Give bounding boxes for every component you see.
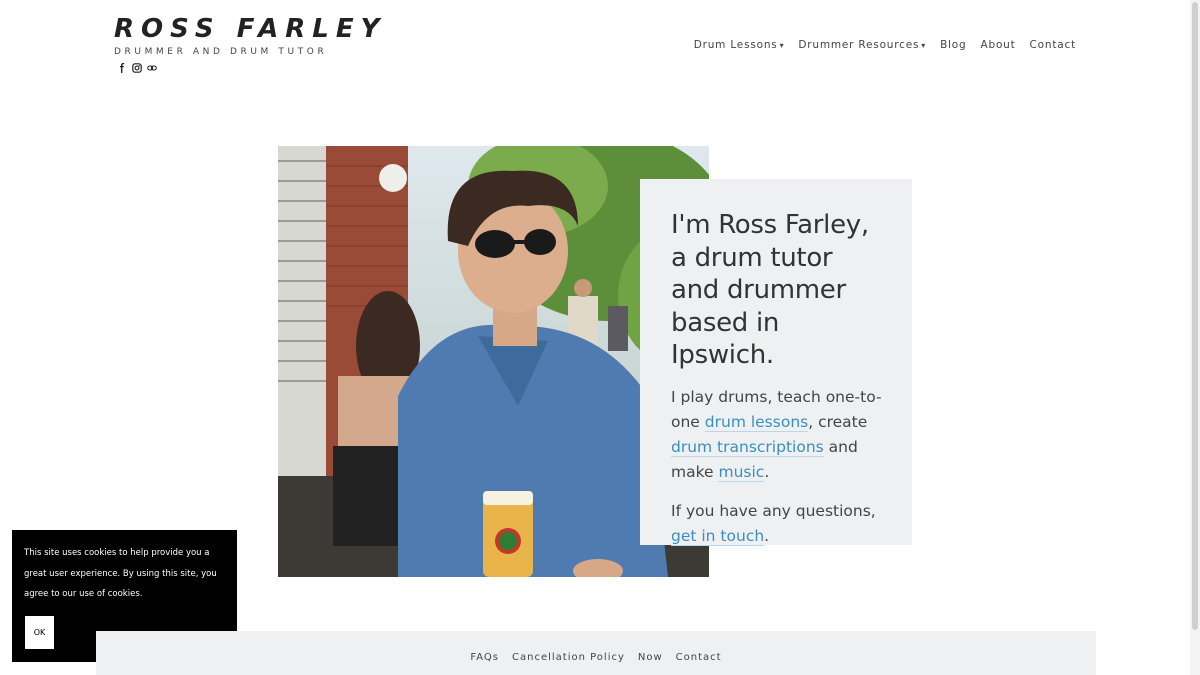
chevron-down-icon: ▾ (921, 41, 927, 50)
cookie-text: This site uses cookies to help provide y… (24, 548, 217, 599)
chevron-down-icon: ▾ (779, 41, 785, 50)
link-icon[interactable] (146, 62, 157, 73)
site-footer: FAQs Cancellation Policy Now Contact (96, 631, 1096, 675)
contact-text-2: . (764, 526, 770, 545)
cookie-ok-button[interactable]: OK (25, 616, 54, 649)
nav-about[interactable]: About (981, 39, 1016, 51)
footer-nav: FAQs Cancellation Policy Now Contact (96, 652, 1096, 663)
nav-drum-lessons[interactable]: Drum Lessons ▾ (694, 39, 785, 51)
nav-drum-lessons-label: Drum Lessons (693, 39, 778, 51)
footer-cancellation-link[interactable]: Cancellation Policy (512, 652, 625, 663)
nav-drummer-resources[interactable]: Drummer Resources ▾ (798, 39, 926, 51)
drum-transcriptions-link[interactable]: drum transcriptions (671, 437, 824, 457)
page-scrollbar[interactable] (1190, 0, 1200, 675)
contact-text-1: If you have any questions, (671, 501, 876, 520)
site-tagline: DRUMMER AND DRUM TUTOR (114, 47, 328, 57)
intro-paragraph: I play drums, teach one-to-one drum less… (671, 385, 884, 485)
intro-text-4: . (764, 462, 770, 481)
get-in-touch-link[interactable]: get in touch (671, 526, 765, 546)
scrollbar-thumb[interactable] (1192, 2, 1198, 630)
intro-text-2: , create (808, 412, 868, 431)
intro-heading: I'm Ross Farley, a drum tutor and drumme… (671, 210, 869, 370)
drum-lessons-link[interactable]: drum lessons (704, 412, 809, 432)
facebook-icon[interactable] (116, 62, 127, 73)
social-links (116, 62, 157, 73)
footer-faqs-link[interactable]: FAQs (470, 652, 499, 663)
site-title[interactable]: ROSS FARLEY (114, 14, 386, 44)
nav-contact[interactable]: Contact (1030, 39, 1076, 51)
contact-paragraph: If you have any questions, get in touch. (671, 499, 884, 549)
main-nav: Drum Lessons ▾ Drummer Resources ▾ Blog Ab… (694, 39, 1076, 51)
instagram-icon[interactable] (131, 62, 142, 73)
intro-card: I'm Ross Farley, a drum tutor and drumme… (640, 179, 912, 546)
nav-drummer-resources-label: Drummer Resources (798, 39, 920, 51)
music-link[interactable]: music (718, 462, 765, 482)
footer-now-link[interactable]: Now (638, 652, 663, 663)
footer-contact-link[interactable]: Contact (676, 652, 722, 663)
nav-blog[interactable]: Blog (940, 39, 966, 51)
